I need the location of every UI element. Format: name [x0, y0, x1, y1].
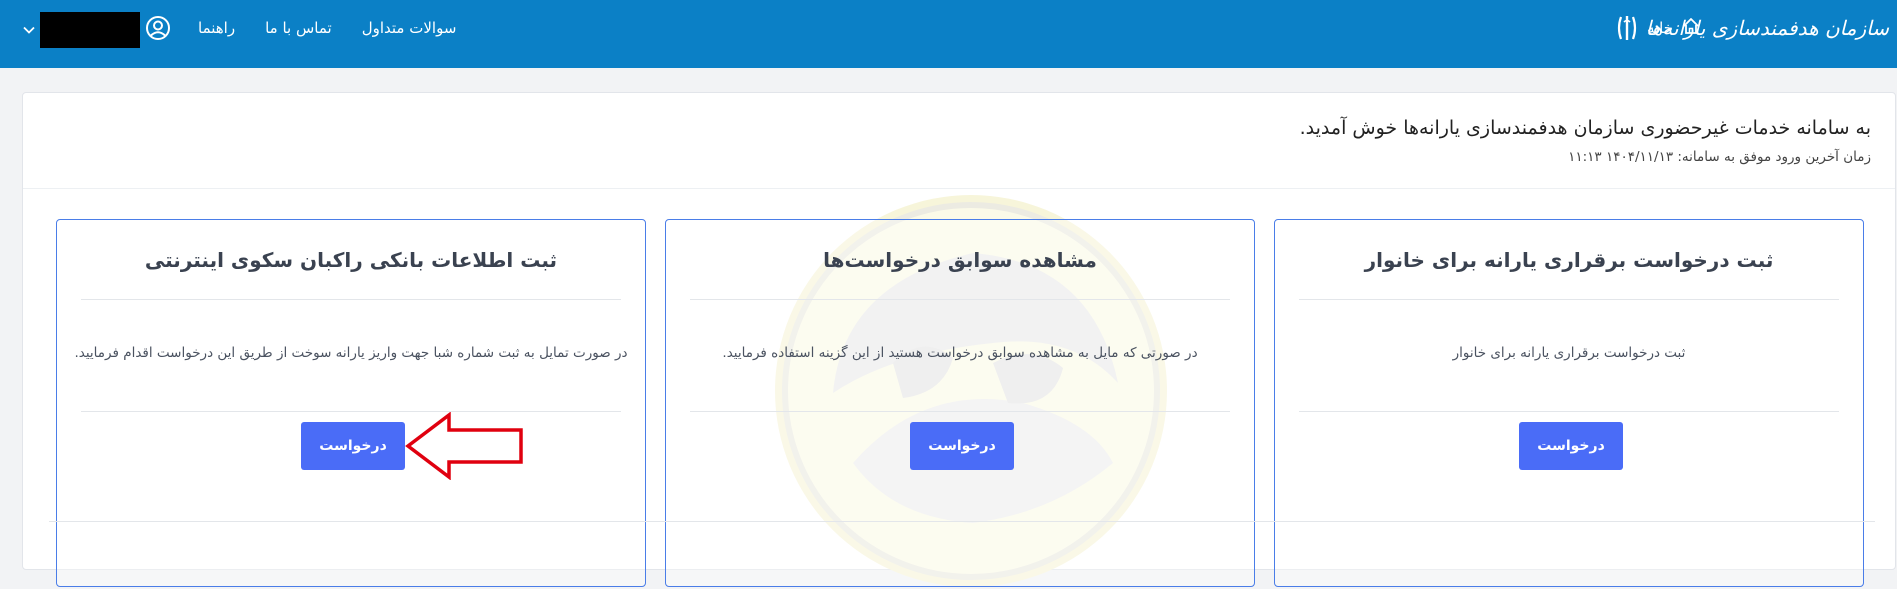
- nav-faq[interactable]: سوالات متداول: [362, 19, 457, 37]
- top-navbar: سازمان هدفمندسازی یارانه‌ها خانه سوالات …: [0, 0, 1897, 68]
- nav-guide[interactable]: راهنما: [198, 19, 235, 37]
- divider: [1299, 411, 1839, 412]
- card-title: مشاهده سوابق درخواست‌ها: [823, 248, 1097, 272]
- last-login-text: زمان آخرین ورود موفق به سامانه: ۱۴۰۴/۱۱/…: [1568, 149, 1871, 165]
- card-bank-info: ثبت اطلاعات بانکی راکبان سکوی اینترنتی د…: [56, 219, 646, 587]
- home-link[interactable]: خانه: [1647, 16, 1701, 40]
- card-description: در صورت تمایل به ثبت شماره شبا جهت واریز…: [74, 345, 628, 361]
- emblem-icon: [1614, 13, 1640, 43]
- request-button-household[interactable]: درخواست: [1519, 422, 1623, 470]
- home-icon: [1681, 16, 1701, 40]
- divider: [49, 521, 1875, 522]
- divider: [23, 188, 1895, 189]
- card-request-history: مشاهده سوابق درخواست‌ها در صورتی که مایل…: [665, 219, 1255, 587]
- nav-contact[interactable]: تماس با ما: [265, 19, 332, 37]
- divider: [690, 411, 1230, 412]
- arrow-pointer-icon: [405, 412, 523, 480]
- divider: [81, 299, 621, 300]
- card-title: ثبت درخواست برقراری یارانه برای خانوار: [1364, 248, 1774, 272]
- welcome-text: به سامانه خدمات غیرحضوری سازمان هدفمندسا…: [1299, 117, 1871, 139]
- service-cards: ثبت اطلاعات بانکی راکبان سکوی اینترنتی د…: [56, 219, 1864, 587]
- card-household-subsidy: ثبت درخواست برقراری یارانه برای خانوار ث…: [1274, 219, 1864, 587]
- main-panel: به سامانه خدمات غیرحضوری سازمان هدفمندسا…: [22, 92, 1896, 587]
- home-label: خانه: [1646, 19, 1673, 37]
- divider: [690, 299, 1230, 300]
- card-title: ثبت اطلاعات بانکی راکبان سکوی اینترنتی: [144, 248, 558, 272]
- user-circle-icon[interactable]: [145, 15, 171, 41]
- card-description: در صورتی که مایل به مشاهده سوابق درخواست…: [722, 345, 1198, 361]
- divider: [81, 411, 621, 412]
- redacted-username: [40, 12, 140, 48]
- divider: [1299, 299, 1839, 300]
- card-description: ثبت درخواست برقراری یارانه برای خانوار: [1452, 345, 1686, 361]
- request-button-bank-info[interactable]: درخواست: [301, 422, 405, 470]
- nav-links: سوالات متداول تماس با ما راهنما: [198, 16, 456, 40]
- chevron-down-icon[interactable]: [22, 22, 36, 36]
- request-button-history[interactable]: درخواست: [910, 422, 1014, 470]
